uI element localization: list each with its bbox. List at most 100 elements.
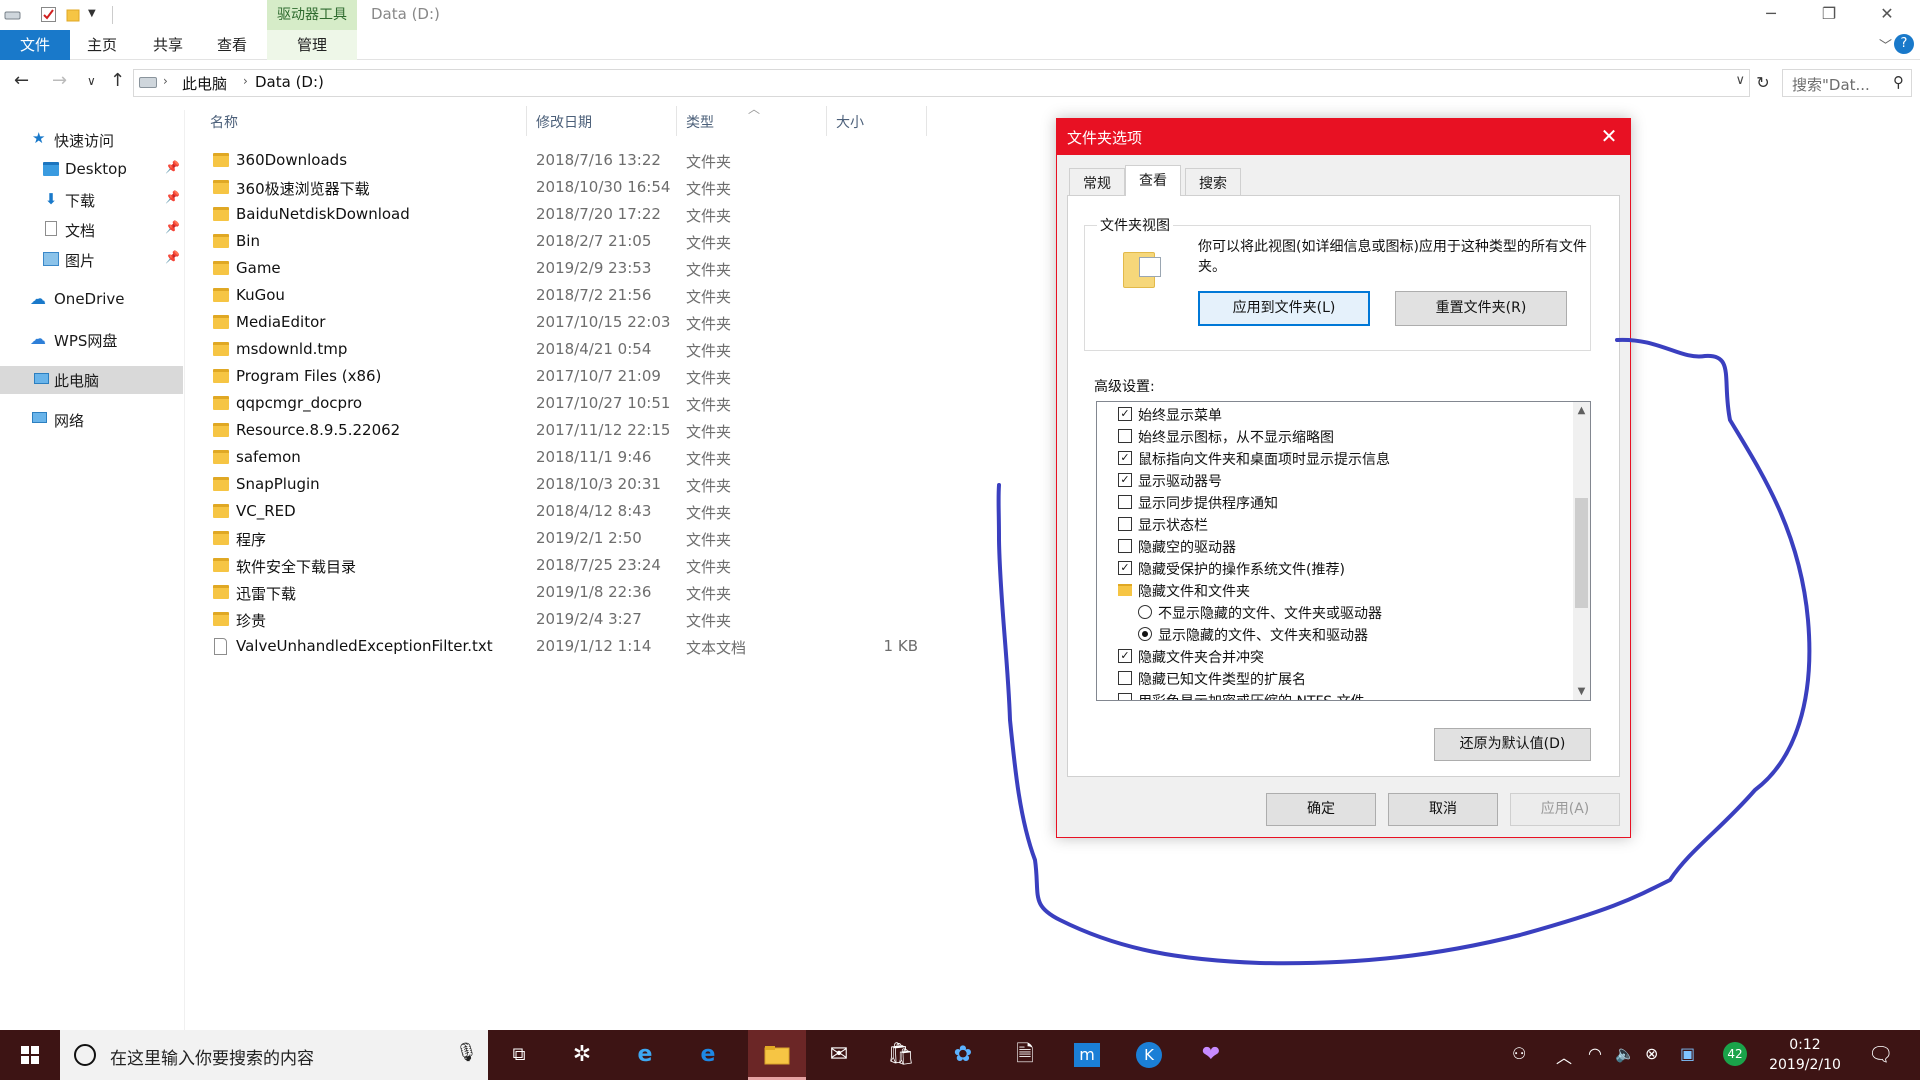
setting-row[interactable]: ✓ 隐藏文件夹合并冲突 bbox=[1097, 645, 1567, 667]
wifi-icon[interactable]: ◠ bbox=[1588, 1044, 1602, 1063]
checkbox[interactable]: ✓ bbox=[1118, 473, 1132, 487]
tab-home[interactable]: 主页 bbox=[74, 30, 130, 60]
qat-dropdown-icon[interactable]: ▼ bbox=[88, 8, 105, 25]
maximize-button[interactable]: ❐ bbox=[1800, 0, 1858, 30]
nav-network[interactable]: 网络 bbox=[0, 406, 183, 434]
setting-row[interactable]: 用彩色显示加密或压缩的 NTFS 文件 bbox=[1097, 689, 1567, 700]
people-icon[interactable]: ⚇ bbox=[1512, 1044, 1526, 1063]
table-row[interactable]: Resource.8.9.5.22062 2017/11/12 22:15 文件夹 bbox=[198, 418, 928, 445]
tray-app-x-icon[interactable]: ⊗ bbox=[1645, 1044, 1658, 1063]
checkbox[interactable] bbox=[1118, 671, 1132, 685]
file-explorer-icon[interactable] bbox=[748, 1030, 806, 1080]
table-row[interactable]: MediaEditor 2017/10/15 22:03 文件夹 bbox=[198, 310, 928, 337]
ie-browser-icon[interactable]: e bbox=[616, 1030, 674, 1080]
minimize-button[interactable]: ─ bbox=[1742, 0, 1800, 30]
app-balloon-icon[interactable]: ❤ bbox=[1182, 1030, 1240, 1080]
ok-button[interactable]: 确定 bbox=[1266, 793, 1376, 826]
table-row[interactable]: safemon 2018/11/1 9:46 文件夹 bbox=[198, 445, 928, 472]
up-arrow-icon[interactable]: ↑ bbox=[110, 70, 125, 91]
pin-icon[interactable]: 📌 bbox=[165, 220, 180, 234]
table-row[interactable]: SnapPlugin 2018/10/3 20:31 文件夹 bbox=[198, 472, 928, 499]
table-row[interactable]: 软件安全下载目录 2018/7/25 23:24 文件夹 bbox=[198, 553, 928, 580]
setting-row[interactable]: ✓ 隐藏受保护的操作系统文件(推荐) bbox=[1097, 557, 1567, 579]
table-row[interactable]: Game 2019/2/9 23:53 文件夹 bbox=[198, 256, 928, 283]
address-dropdown-chevron-icon[interactable]: ∨ bbox=[1735, 73, 1745, 88]
setting-row[interactable]: ✓ 鼠标指向文件夹和桌面项时显示提示信息 bbox=[1097, 447, 1567, 469]
notification-center-icon[interactable]: 🗨 bbox=[1868, 1042, 1893, 1066]
column-divider[interactable] bbox=[526, 106, 527, 136]
setting-row[interactable]: 始终显示图标，从不显示缩略图 bbox=[1097, 425, 1567, 447]
column-header-size[interactable]: 大小 bbox=[836, 112, 864, 132]
checkbox[interactable] bbox=[1118, 495, 1132, 509]
table-row[interactable]: VC_RED 2018/4/12 8:43 文件夹 bbox=[198, 499, 928, 526]
ribbon-expand-chevron-icon[interactable]: ﹀ bbox=[1879, 35, 1892, 54]
checkbox[interactable] bbox=[1118, 539, 1132, 553]
nav-item-downloads[interactable]: ⬇ 下载 📌 bbox=[0, 186, 183, 214]
table-row[interactable]: qqpcmgr_docpro 2017/10/27 10:51 文件夹 bbox=[198, 391, 928, 418]
advanced-settings-list[interactable]: ✓ 始终显示菜单 始终显示图标，从不显示缩略图 ✓ 鼠标指向文件夹和桌面项时显示提示信息… bbox=[1096, 401, 1591, 701]
taskbar-clock[interactable]: 0:12 2019/2/10 bbox=[1755, 1035, 1855, 1075]
table-row[interactable]: 珍贵 2019/2/4 3:27 文件夹 bbox=[198, 607, 928, 634]
setting-row[interactable]: ✓ 始终显示菜单 bbox=[1097, 403, 1567, 425]
setting-row[interactable]: 显示同步提供程序通知 bbox=[1097, 491, 1567, 513]
pin-icon[interactable]: 📌 bbox=[165, 250, 180, 264]
setting-row[interactable]: 显示隐藏的文件、文件夹和驱动器 bbox=[1097, 623, 1567, 645]
apply-to-folders-button[interactable]: 应用到文件夹(L) bbox=[1198, 291, 1370, 326]
scroll-up-icon[interactable]: ▲ bbox=[1573, 402, 1590, 419]
close-icon[interactable]: ✕ bbox=[1596, 123, 1622, 149]
properties-check-icon[interactable] bbox=[40, 6, 57, 23]
drive-icon[interactable] bbox=[4, 6, 21, 23]
address-segment-drive[interactable]: Data (D:) bbox=[255, 73, 324, 91]
table-row[interactable]: 360Downloads 2018/7/16 13:22 文件夹 bbox=[198, 148, 928, 175]
dialog-title-bar[interactable]: 文件夹选项 bbox=[1057, 119, 1630, 155]
tray-app-panda-icon[interactable]: ▣ bbox=[1680, 1044, 1695, 1063]
microphone-icon[interactable]: 🎙 bbox=[455, 1042, 478, 1063]
address-bar[interactable]: › 此电脑 › Data (D:) ∨ bbox=[133, 69, 1750, 97]
new-folder-icon[interactable] bbox=[66, 6, 83, 23]
address-segment-this-pc[interactable]: 此电脑 bbox=[182, 73, 227, 94]
app-m-icon[interactable]: m bbox=[1058, 1030, 1116, 1080]
baidu-netdisk-icon[interactable]: ✿ bbox=[934, 1030, 992, 1080]
tab-file[interactable]: 文件 bbox=[0, 30, 70, 60]
pin-icon[interactable]: 📌 bbox=[165, 160, 180, 174]
setting-row[interactable]: 显示状态栏 bbox=[1097, 513, 1567, 535]
setting-row[interactable]: ✓ 显示驱动器号 bbox=[1097, 469, 1567, 491]
recent-locations-chevron-icon[interactable]: ∨ bbox=[87, 74, 96, 88]
volume-icon[interactable]: 🔈 bbox=[1615, 1044, 1635, 1063]
setting-row[interactable]: 隐藏文件和文件夹 bbox=[1097, 579, 1567, 601]
tray-badge[interactable]: 42 bbox=[1723, 1042, 1747, 1066]
nav-item-desktop[interactable]: Desktop 📌 bbox=[0, 156, 183, 184]
table-row[interactable]: 程序 2019/2/1 2:50 文件夹 bbox=[198, 526, 928, 553]
app-k-icon[interactable]: K bbox=[1120, 1030, 1178, 1080]
dialog-tab-view[interactable]: 查看 bbox=[1125, 165, 1181, 196]
table-row[interactable]: Bin 2018/2/7 21:05 文件夹 bbox=[198, 229, 928, 256]
column-divider[interactable] bbox=[926, 106, 927, 136]
cancel-button[interactable]: 取消 bbox=[1388, 793, 1498, 826]
setting-row[interactable]: 隐藏已知文件类型的扩展名 bbox=[1097, 667, 1567, 689]
setting-row[interactable]: 不显示隐藏的文件、文件夹或驱动器 bbox=[1097, 601, 1567, 623]
table-row[interactable]: 迅雷下载 2019/1/8 22:36 文件夹 bbox=[198, 580, 928, 607]
address-separator-icon[interactable]: › bbox=[163, 74, 168, 88]
column-divider[interactable] bbox=[826, 106, 827, 136]
table-row[interactable]: msdownld.tmp 2018/4/21 0:54 文件夹 bbox=[198, 337, 928, 364]
start-button[interactable] bbox=[0, 1030, 60, 1080]
close-window-button[interactable]: ✕ bbox=[1858, 0, 1916, 30]
nav-item-documents[interactable]: 文档 📌 bbox=[0, 216, 183, 244]
dialog-tab-general[interactable]: 常规 bbox=[1069, 168, 1125, 195]
document-app-icon[interactable]: 🗎 bbox=[996, 1030, 1054, 1080]
help-icon[interactable]: ? bbox=[1894, 34, 1914, 54]
checkbox[interactable]: ✓ bbox=[1118, 451, 1132, 465]
scroll-thumb[interactable] bbox=[1575, 498, 1588, 608]
tray-chevron-icon[interactable]: ︿ bbox=[1556, 1044, 1572, 1068]
table-row[interactable]: BaiduNetdiskDownload 2018/7/20 17:22 文件夹 bbox=[198, 202, 928, 229]
restore-defaults-button[interactable]: 还原为默认值(D) bbox=[1434, 728, 1591, 761]
checkbox[interactable] bbox=[1118, 429, 1132, 443]
refresh-icon[interactable]: ↻ bbox=[1752, 69, 1774, 97]
tab-share[interactable]: 共享 bbox=[140, 30, 196, 60]
pin-icon[interactable]: 📌 bbox=[165, 190, 180, 204]
radio-button[interactable] bbox=[1138, 627, 1152, 641]
apply-button[interactable]: 应用(A) bbox=[1510, 793, 1620, 826]
back-arrow-icon[interactable]: ← bbox=[14, 70, 29, 91]
settings-scrollbar[interactable]: ▲ ▼ bbox=[1573, 402, 1590, 700]
tab-manage[interactable]: 管理 bbox=[267, 30, 357, 60]
